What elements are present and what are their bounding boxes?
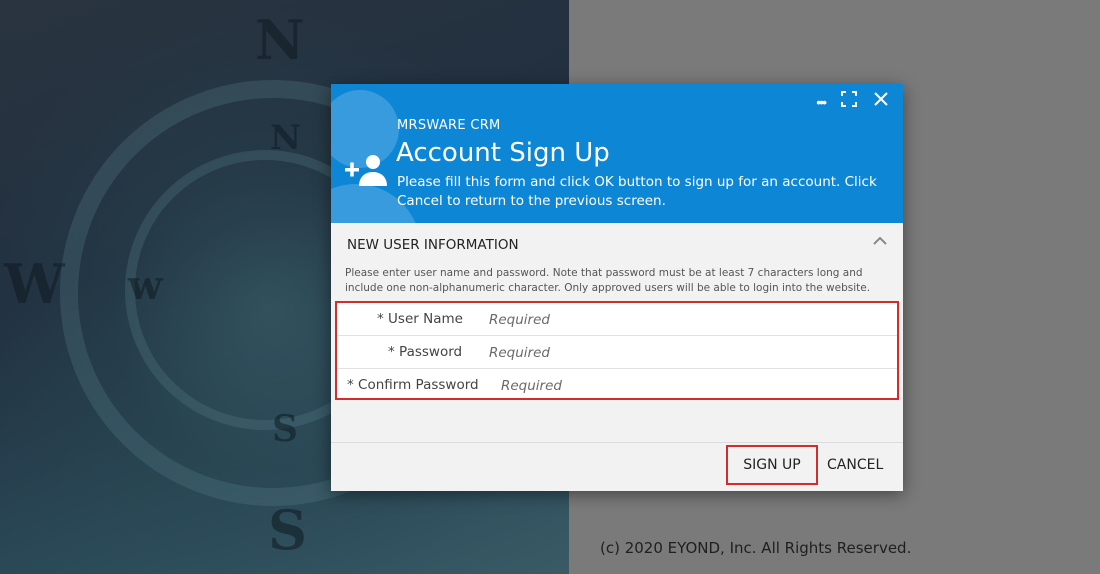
compass-letter-w2: w (128, 262, 163, 309)
dialog-subtitle: Please fill this form and click OK butto… (397, 174, 877, 209)
compass-letter-n: N (255, 8, 305, 72)
header-controls: ••• (816, 90, 889, 113)
compass-letter-s2: S (268, 498, 307, 562)
confirm-password-label: * Confirm Password (347, 377, 479, 393)
dialog-header: ••• MRSWARE CRM Account Sign Up Please f… (331, 84, 903, 223)
section-note: Please enter user name and password. Not… (345, 267, 871, 294)
maximize-icon[interactable] (841, 90, 857, 113)
dialog-footer: SIGN UP CANCEL (331, 442, 903, 491)
copyright-text: (c) 2020 EYOND, Inc. All Rights Reserved… (600, 539, 912, 557)
new-user-section: NEW USER INFORMATION Please enter user n… (331, 223, 903, 442)
password-input[interactable] (487, 340, 791, 366)
sign-up-button[interactable]: SIGN UP (726, 445, 818, 485)
compass-letter-s: S (272, 408, 298, 450)
dialog-title: Account Sign Up (396, 138, 610, 168)
compass-letter-w: W (4, 252, 65, 316)
username-input[interactable] (487, 307, 791, 333)
compass-letter-n2: N (270, 118, 302, 158)
app-name: MRSWARE CRM (397, 118, 501, 133)
signup-dialog: ••• MRSWARE CRM Account Sign Up Please f… (331, 84, 903, 491)
field-row-username: * User Name (337, 303, 897, 336)
chevron-up-icon[interactable] (873, 233, 887, 251)
field-row-password: * Password (337, 336, 897, 369)
confirm-password-input[interactable] (499, 373, 803, 399)
add-user-icon (345, 154, 391, 188)
signup-form-fields: * User Name * Password * Confirm Passwor… (335, 301, 899, 400)
section-title: NEW USER INFORMATION (347, 237, 519, 253)
cancel-button[interactable]: CANCEL (821, 445, 885, 485)
username-label: * User Name (377, 311, 463, 327)
close-icon[interactable] (873, 90, 889, 113)
field-row-confirm-password: * Confirm Password (337, 369, 897, 401)
more-options-icon[interactable]: ••• (816, 94, 827, 110)
password-label: * Password (388, 344, 463, 360)
